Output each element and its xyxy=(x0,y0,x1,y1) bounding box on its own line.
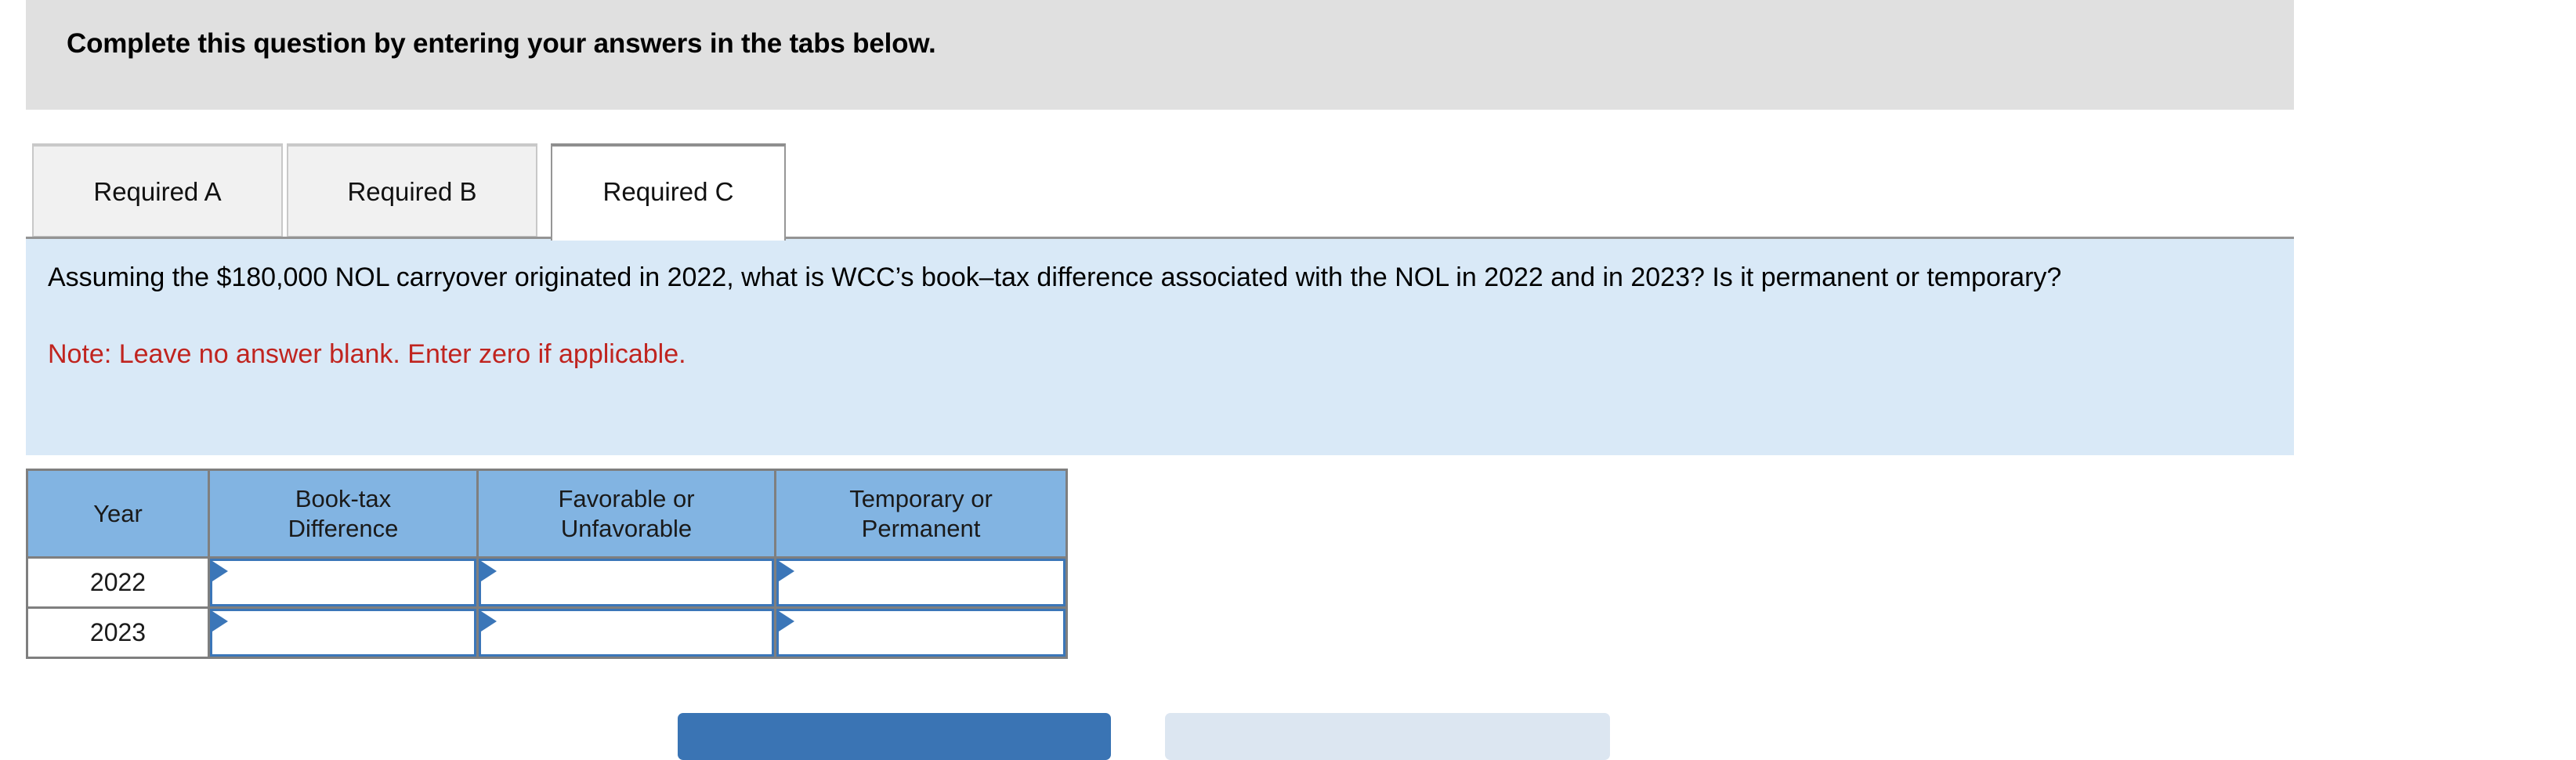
cell-temporary-or-permanent-2023[interactable] xyxy=(774,606,1068,659)
table-row: 2023 xyxy=(26,606,1068,659)
instruction-banner-text: Complete this question by entering your … xyxy=(67,28,936,59)
input-temporary-or-permanent-2023[interactable] xyxy=(776,609,1065,657)
cell-year-2023: 2023 xyxy=(26,606,210,659)
cell-year-2022: 2022 xyxy=(26,556,210,609)
table-header-row: Year Book-tax Difference Favorable or Unfa… xyxy=(26,469,1068,559)
input-favorable-or-unfavorable-2022[interactable] xyxy=(479,559,774,606)
tab-required-a[interactable]: Required A xyxy=(32,143,283,237)
input-favorable-or-unfavorable-2023[interactable] xyxy=(479,609,774,657)
tab-strip: Required A Required B Required C xyxy=(0,143,2576,241)
cell-favorable-or-unfavorable-2022[interactable] xyxy=(476,556,776,609)
previous-tab-button[interactable] xyxy=(678,713,1111,760)
answer-table: Year Book-tax Difference Favorable or Unfa… xyxy=(26,469,1068,659)
input-temporary-or-permanent-2022[interactable] xyxy=(776,559,1065,606)
instruction-banner: Complete this question by entering your … xyxy=(26,0,2294,110)
column-header-book-tax-difference: Book-tax Difference xyxy=(208,469,479,559)
table-row: 2022 xyxy=(26,556,1068,609)
question-panel: Assuming the $180,000 NOL carryover orig… xyxy=(26,239,2294,455)
answer-table-head: Year Book-tax Difference Favorable or Unfa… xyxy=(26,469,1068,559)
tab-required-c[interactable]: Required C xyxy=(551,143,786,241)
question-note: Note: Leave no answer blank. Enter zero … xyxy=(48,339,686,369)
column-header-favorable-or-unfavorable: Favorable or Unfavorable xyxy=(476,469,776,559)
column-header-year: Year xyxy=(26,469,210,559)
tab-required-b[interactable]: Required B xyxy=(287,143,537,237)
next-tab-button[interactable] xyxy=(1165,713,1610,760)
cell-temporary-or-permanent-2022[interactable] xyxy=(774,556,1068,609)
cell-favorable-or-unfavorable-2023[interactable] xyxy=(476,606,776,659)
column-header-temporary-or-permanent: Temporary or Permanent xyxy=(774,469,1068,559)
cell-book-tax-difference-2022[interactable] xyxy=(208,556,479,609)
answer-table-body: 2022 2023 xyxy=(26,556,1068,659)
cell-book-tax-difference-2023[interactable] xyxy=(208,606,479,659)
question-text: Assuming the $180,000 NOL carryover orig… xyxy=(48,262,2062,292)
input-book-tax-difference-2023[interactable] xyxy=(210,609,476,657)
input-book-tax-difference-2022[interactable] xyxy=(210,559,476,606)
